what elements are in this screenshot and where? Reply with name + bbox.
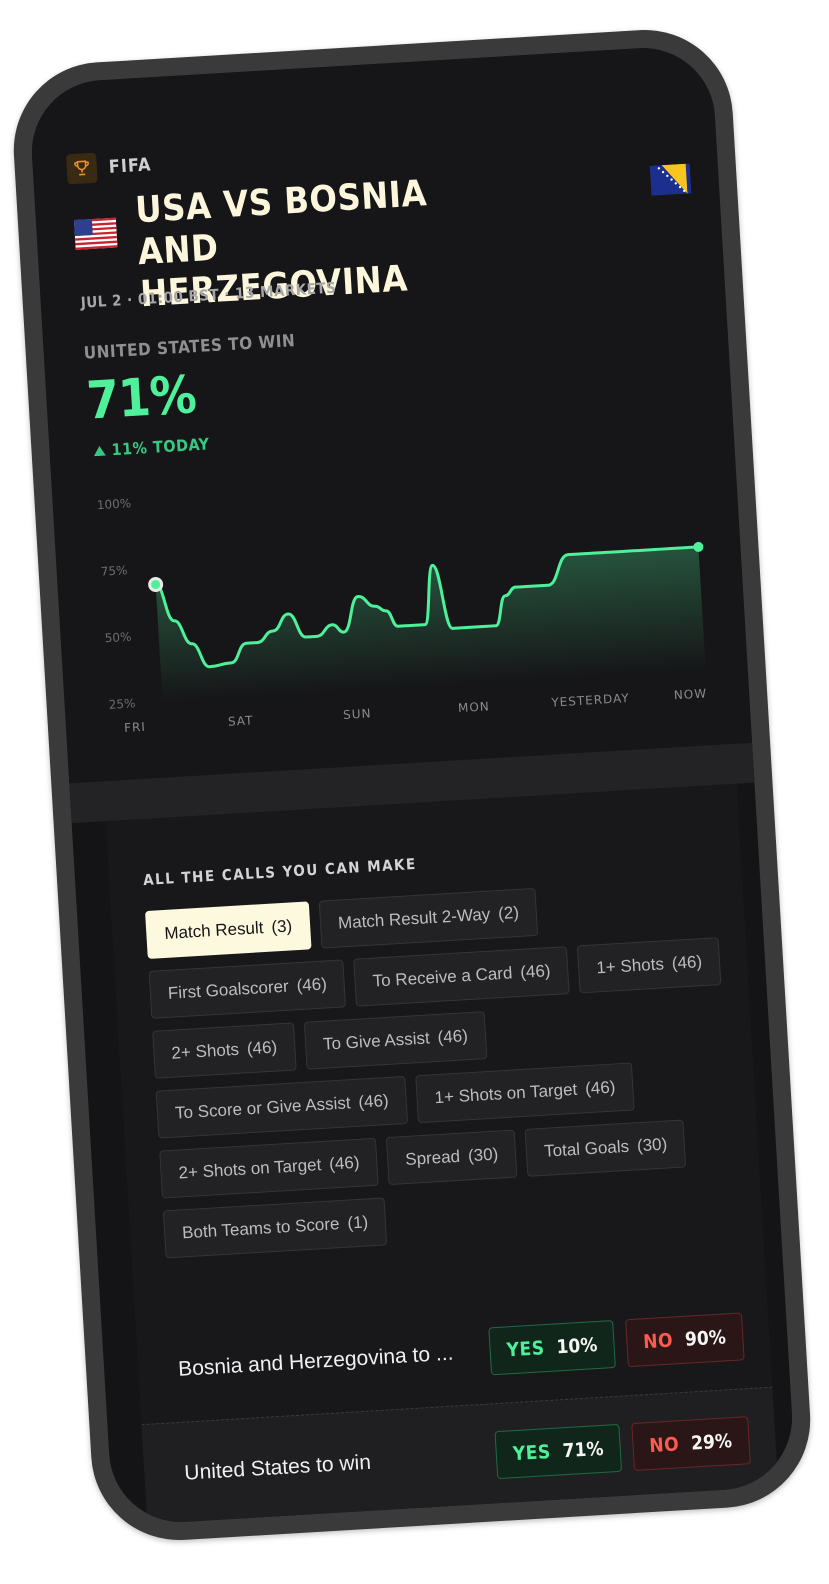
market-chip[interactable]: Both Teams to Score (1) (162, 1197, 388, 1259)
x-tick-label: SAT (228, 713, 254, 728)
no-price: 29% (690, 1430, 733, 1455)
no-button[interactable]: NO 29% (631, 1416, 751, 1472)
headline-value: 71% (84, 365, 198, 432)
market-chip[interactable]: 1+ Shots (46) (577, 937, 722, 994)
market-chip-count: (46) (671, 952, 703, 973)
no-price: 90% (684, 1326, 727, 1351)
market-chip-label: Match Result (163, 918, 264, 943)
market-chip-label: To Give Assist (322, 1028, 431, 1054)
market-chip[interactable]: 2+ Shots on Target (46) (159, 1137, 379, 1199)
trophy-icon (65, 152, 98, 185)
market-chip-label: To Score or Give Assist (174, 1093, 352, 1123)
market-chip-label: Total Goals (543, 1136, 630, 1161)
x-tick-label: SUN (343, 706, 372, 722)
headline-change: 11% TODAY (93, 434, 210, 460)
market-chip[interactable]: Match Result 2-Way (2) (318, 887, 539, 949)
market-chip-count: (46) (246, 1037, 278, 1059)
market-chip-label: Match Result 2-Way (337, 904, 491, 933)
yes-button[interactable]: YES 10% (488, 1320, 616, 1376)
yes-price: 71% (561, 1437, 605, 1463)
trend-up-icon (93, 445, 106, 456)
headline-change-text: 11% TODAY (111, 434, 210, 460)
usa-flag-icon (73, 217, 118, 251)
yes-label: YES (506, 1337, 546, 1362)
market-chip-count: (46) (437, 1026, 469, 1047)
market-name: Bosnia and Herzegovina to ... (177, 1341, 454, 1381)
app-screen: FIFA USA VS BOSNIA AND HERZEGOVINA JUL 2… (27, 43, 797, 1527)
no-label: NO (642, 1329, 674, 1354)
market-chip[interactable]: To Give Assist (46) (303, 1011, 488, 1070)
market-name: United States to win (183, 1450, 372, 1485)
market-chip-label: To Receive a Card (372, 963, 513, 991)
market-chip-label: 1+ Shots (595, 954, 665, 978)
market-chip-label: First Goalscorer (167, 976, 290, 1003)
market-chip[interactable]: 2+ Shots (46) (152, 1022, 297, 1079)
market-chip-count: (46) (519, 961, 552, 982)
market-chip-label: Spread (404, 1146, 461, 1170)
calls-panel: ALL THE CALLS YOU CAN MAKE Match Result (… (105, 783, 780, 1527)
no-button[interactable]: NO 90% (624, 1312, 745, 1368)
market-chip-count: (46) (296, 974, 328, 996)
market-list: Bosnia and Herzegovina to ... YES 10% NO 90%… (135, 1283, 784, 1527)
market-chip[interactable]: Spread (30) (385, 1129, 518, 1186)
market-chip-label: 2+ Shots on Target (178, 1155, 322, 1183)
market-chip-count: (3) (270, 916, 293, 937)
y-tick-label: 75% (100, 563, 127, 579)
no-label: NO (648, 1433, 680, 1458)
market-chip-count: (30) (636, 1134, 668, 1156)
market-filter-chips: Match Result (3) Match Result 2-Way (2) Firs… (145, 877, 745, 1259)
market-chip-count: (2) (497, 902, 520, 924)
market-chip-count: (46) (328, 1152, 360, 1174)
headline-label: UNITED STATES TO WIN (83, 331, 296, 364)
yes-price: 10% (555, 1334, 598, 1359)
x-tick-label: YESTERDAY (550, 691, 630, 710)
x-tick-label: NOW (673, 686, 707, 702)
bosnia-flag-icon (649, 163, 692, 196)
chart-start-point (148, 577, 164, 593)
y-tick-label: 50% (104, 630, 131, 646)
market-chip[interactable]: To Score or Give Assist (46) (155, 1075, 409, 1139)
market-chip[interactable]: Match Result (3) (145, 901, 312, 959)
calls-title: ALL THE CALLS YOU CAN MAKE (142, 854, 418, 890)
market-chip-label: Both Teams to Score (181, 1214, 340, 1243)
league-tag[interactable]: FIFA (65, 149, 152, 185)
market-chip-count: (46) (357, 1090, 390, 1112)
market-chip-count: (30) (467, 1144, 499, 1166)
market-chip[interactable]: To Receive a Card (46) (353, 946, 570, 1007)
market-chip-label: 2+ Shots (170, 1039, 240, 1063)
y-tick-label: 25% (108, 696, 135, 712)
phone-frame: FIFA USA VS BOSNIA AND HERZEGOVINA JUL 2… (8, 24, 816, 1546)
y-tick-label: 100% (96, 496, 131, 512)
x-tick-label: MON (458, 699, 491, 715)
market-chip-count: (46) (584, 1077, 616, 1099)
yes-button[interactable]: YES 71% (494, 1423, 622, 1480)
league-name: FIFA (108, 153, 152, 178)
market-chip[interactable]: First Goalscorer (46) (148, 959, 347, 1019)
match-header: FIFA USA VS BOSNIA AND HERZEGOVINA JUL 2… (27, 43, 753, 784)
no-button[interactable]: NO82% (637, 1520, 757, 1527)
probability-chart: 100% 75% 50% 25% FRI SAT SUN MON YESTERDAY NOW (96, 496, 707, 735)
market-chip-label: 1+ Shots on Target (433, 1079, 578, 1108)
market-chip-count: (1) (346, 1212, 369, 1233)
yes-label: YES (512, 1440, 552, 1466)
x-tick-label: FRI (124, 720, 147, 735)
market-chip[interactable]: Total Goals (30) (524, 1119, 687, 1177)
market-chip[interactable]: 1+ Shots on Target (46) (415, 1062, 635, 1124)
